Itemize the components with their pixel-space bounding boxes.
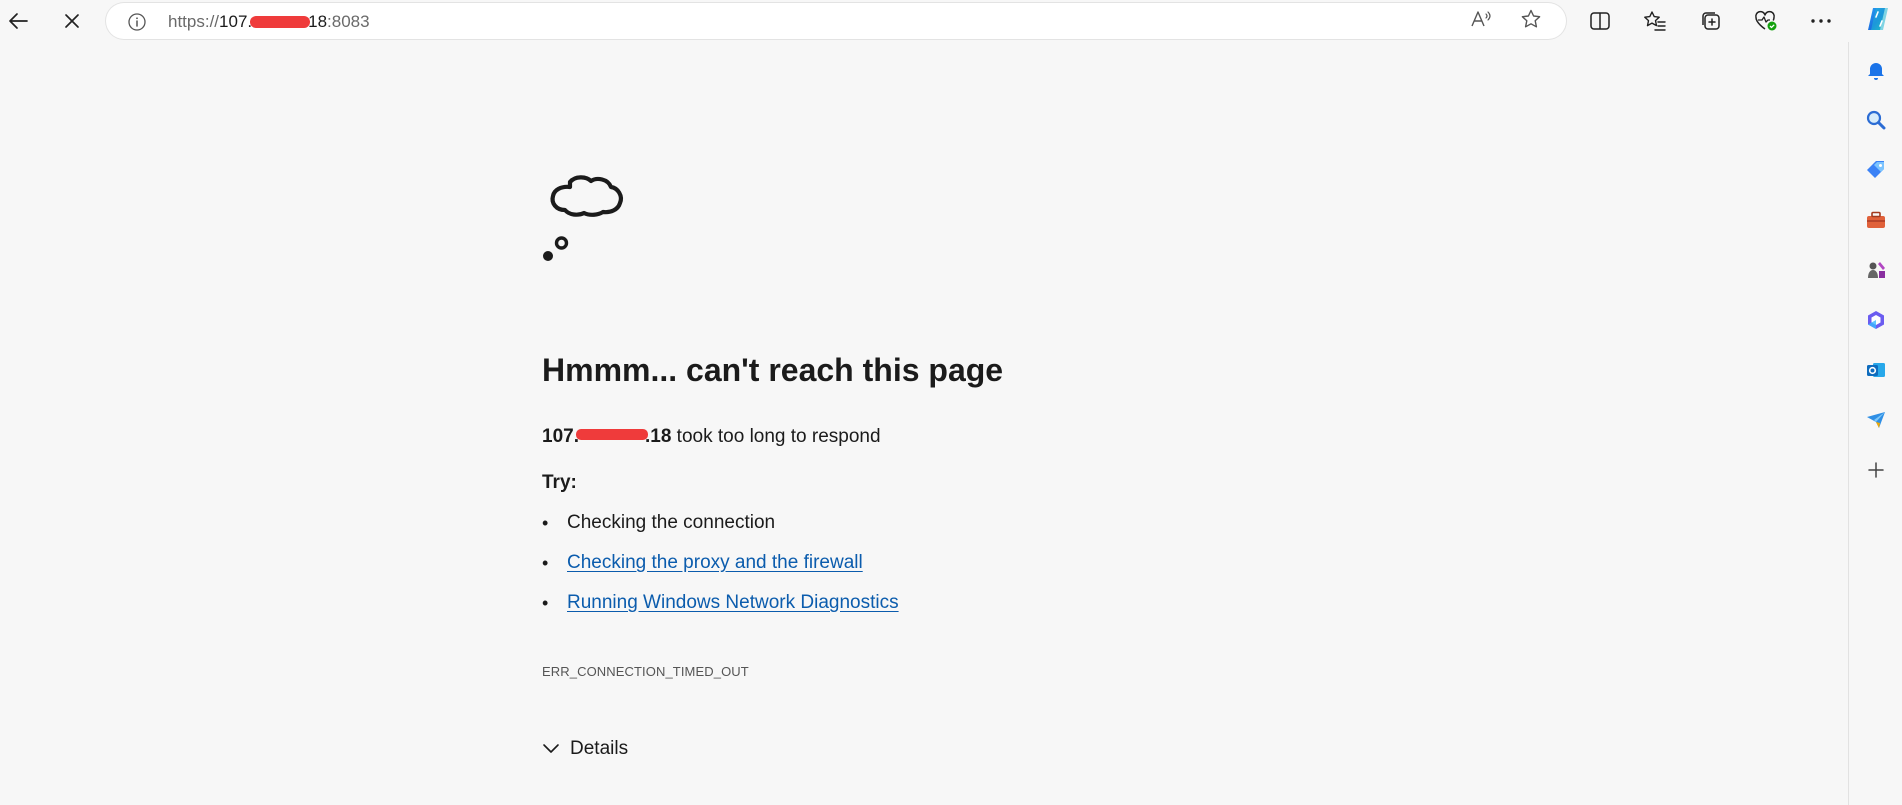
chevron-down-icon [542,738,560,760]
shopping-tag-icon [1865,159,1887,186]
add-favorite-button[interactable] [1516,6,1546,36]
split-screen-icon [1589,11,1611,31]
sidebar-microsoft-365-button[interactable] [1862,308,1890,336]
browser-essentials-icon [1754,10,1778,32]
page-title: Hmmm... can't reach this page [542,352,1004,388]
address-bar[interactable]: https://107. 18:8083 [106,3,1566,39]
suggestion-check-connection: Checking the connection [542,510,899,550]
read-aloud-button[interactable] [1466,6,1496,36]
stop-icon [63,12,81,30]
sidebar-add-button[interactable] [1862,458,1890,486]
error-description: 107. .18 took too long to respond [542,426,881,448]
suggestions-list: Checking the connection Checking the pro… [542,510,899,630]
split-screen-button[interactable] [1582,3,1618,39]
settings-and-more-button[interactable] [1803,3,1839,39]
suggestion-network-diagnostics: Running Windows Network Diagnostics [542,590,899,630]
read-aloud-icon [1469,8,1493,35]
notifications-icon [1865,59,1887,86]
details-toggle-button[interactable]: Details [542,738,628,760]
tools-icon [1865,209,1887,236]
add-icon [1867,461,1885,484]
try-heading: Try: [542,472,577,493]
sidebar-shopping-button[interactable] [1862,158,1890,186]
sidebar-notifications-button[interactable] [1862,58,1890,86]
favorite-star-icon [1520,8,1542,35]
sidebar-outlook-button[interactable] [1862,358,1890,386]
microsoft-365-icon [1865,309,1887,336]
network-diagnostics-link[interactable]: Running Windows Network Diagnostics [567,592,899,613]
check-proxy-firewall-link[interactable]: Checking the proxy and the firewall [567,552,863,573]
browser-essentials-button[interactable] [1748,3,1784,39]
search-icon [1865,109,1887,136]
back-icon [7,10,29,32]
favorites-button[interactable] [1637,3,1673,39]
host-name: 107. .18 [542,426,672,447]
suggestion-check-proxy-firewall: Checking the proxy and the firewall [542,550,899,590]
sidebar-drop-button[interactable] [1862,408,1890,436]
copilot-icon [1864,5,1892,38]
address-url[interactable]: https://107. 18:8083 [168,12,370,32]
url-host-end: 18 [308,12,328,31]
drop-icon [1865,409,1887,436]
favorites-icon [1643,10,1667,32]
error-description-text: took too long to respond [671,426,881,447]
url-port: :8083 [327,12,370,31]
copilot-button[interactable] [1862,5,1894,37]
redaction-mark [575,429,648,441]
sidebar-tools-button[interactable] [1862,208,1890,236]
stop-loading-button[interactable] [54,3,90,39]
details-label: Details [570,738,629,759]
url-host-start: 107. [219,12,253,31]
more-icon [1810,18,1832,24]
collections-button[interactable] [1693,3,1729,39]
back-button[interactable] [0,3,36,39]
url-scheme: https:// [168,12,220,31]
games-icon [1865,259,1887,286]
thought-cloud-icon [542,174,638,271]
error-code: ERR_CONNECTION_TIMED_OUT [542,664,749,679]
sidebar-games-button[interactable] [1862,258,1890,286]
redaction-mark [250,15,311,28]
info-icon[interactable] [126,11,148,33]
page-content-area: Hmmm... can't reach this page 107. .18 to… [0,42,1848,805]
edge-sidebar [1848,42,1902,805]
browser-toolbar: https://107. 18:8083 [0,0,1902,42]
collections-icon [1700,10,1722,32]
outlook-icon [1865,359,1887,386]
sidebar-search-button[interactable] [1862,108,1890,136]
